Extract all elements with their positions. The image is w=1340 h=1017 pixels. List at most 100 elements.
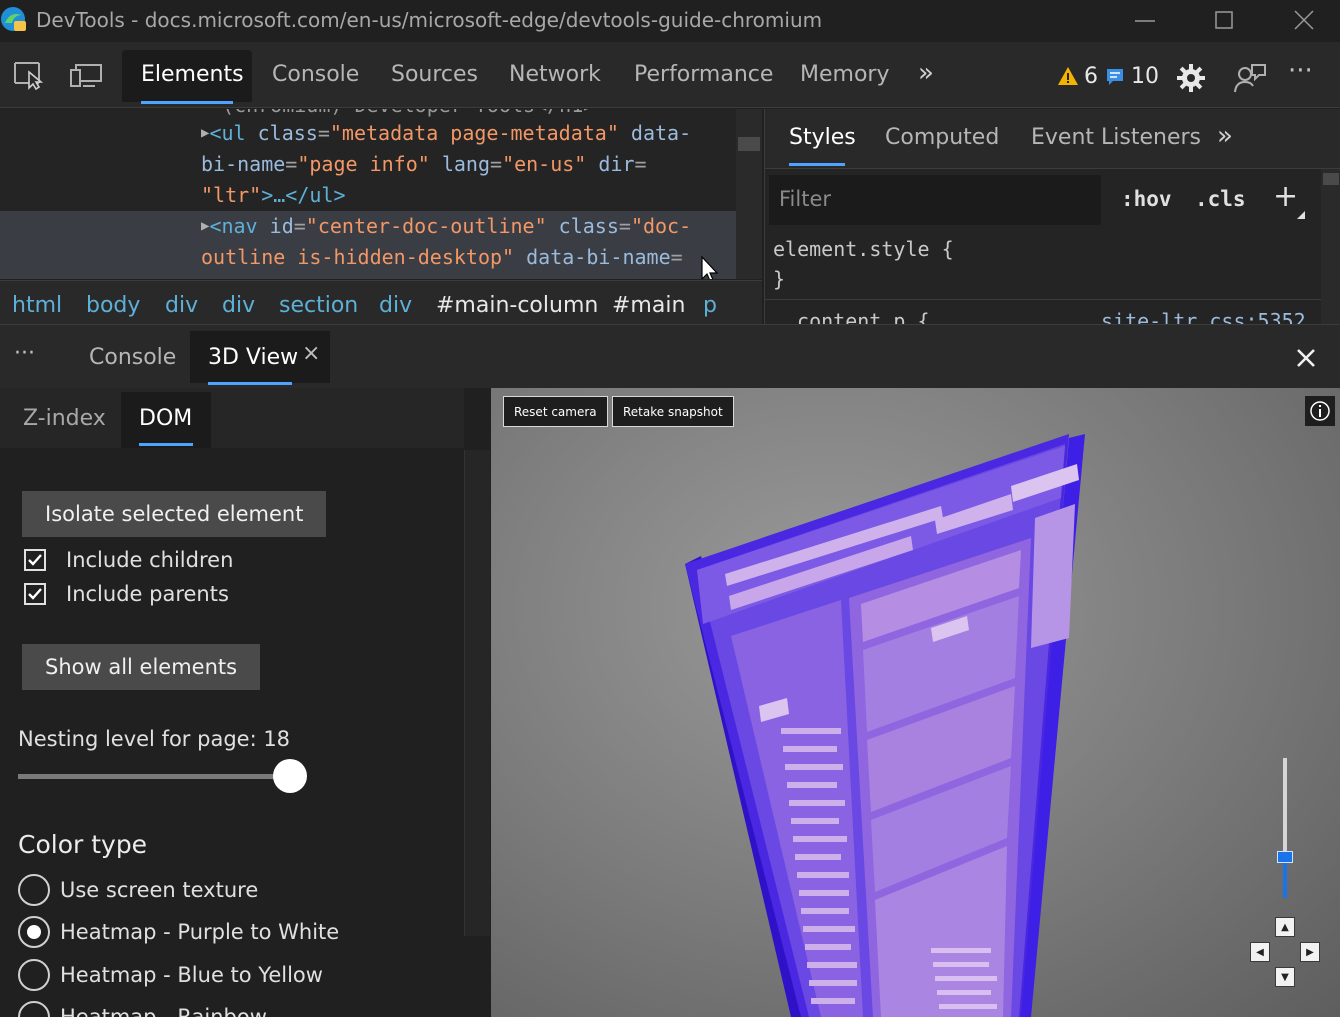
new-style-rule-button[interactable]: + (1273, 179, 1298, 214)
attr-value: "metadata page-metadata" (329, 121, 619, 145)
close-tab-icon[interactable]: × (302, 341, 320, 366)
breadcrumb-section[interactable]: section (279, 293, 358, 318)
dom-tree-scrollbar[interactable] (736, 109, 762, 279)
tag-name: <nav (209, 214, 258, 238)
drawer-tab-indicator (208, 382, 292, 385)
more-options-icon[interactable]: ··· (1288, 56, 1313, 86)
include-parents-checkbox[interactable]: Include parents (24, 579, 229, 609)
breadcrumb-html[interactable]: html (12, 293, 62, 318)
tab-sources[interactable]: Sources (391, 62, 478, 87)
checkbox-box[interactable] (24, 583, 46, 605)
breadcrumb-main[interactable]: #main (612, 293, 685, 318)
nesting-level-slider-track[interactable] (18, 774, 290, 779)
drawer-tab-strip: ··· Console 3D View × (0, 324, 1340, 388)
dom-node-ul-continued: bi-name="page info" lang="en-us" dir= (201, 152, 647, 176)
styles-pane: Styles Computed Event Listeners » Filter… (764, 109, 1340, 324)
hov-toggle-button[interactable]: :hov (1121, 187, 1172, 211)
filter-placeholder: Filter (779, 187, 832, 211)
tab-event-listeners[interactable]: Event Listeners (1031, 125, 1201, 150)
minimize-icon[interactable] (1130, 8, 1160, 34)
controls-scrollbar[interactable] (464, 450, 490, 936)
pan-up-icon[interactable]: ▲ (1275, 917, 1295, 937)
checkbox-box[interactable] (24, 549, 46, 571)
isolate-selected-element-button[interactable]: Isolate selected element (22, 491, 327, 537)
close-window-icon[interactable] (1289, 8, 1319, 34)
tab-styles[interactable]: Styles (789, 125, 856, 150)
drawer-tab-3d-view[interactable]: 3D View (208, 345, 298, 370)
style-source-link[interactable]: site-ltr.css:5352 (1101, 309, 1306, 324)
breadcrumb-main-column[interactable]: #main-column (436, 293, 598, 318)
subtab-dom[interactable]: DOM (139, 406, 192, 431)
styles-scrollbar[interactable] (1321, 169, 1340, 324)
drawer-tab-console[interactable]: Console (89, 345, 176, 370)
pan-left-icon[interactable]: ◀ (1250, 942, 1270, 962)
tab-console[interactable]: Console (272, 62, 359, 87)
inspect-element-icon[interactable] (12, 60, 46, 90)
3d-viewport[interactable]: Reset camera Retake snapshot ▲ ◀ ▶ ▼ (491, 388, 1340, 1017)
maximize-icon[interactable] (1209, 8, 1239, 34)
radio-heatmap-rainbow[interactable]: Heatmap - Rainbow (18, 1000, 267, 1017)
attr-name: lang (441, 152, 491, 176)
tab-memory[interactable]: Memory (800, 62, 889, 87)
tab-network[interactable]: Network (509, 62, 601, 87)
show-all-elements-button[interactable]: Show all elements (22, 644, 261, 690)
breadcrumb-p[interactable]: p (703, 293, 717, 318)
radio-circle[interactable] (18, 1001, 50, 1017)
subtab-z-index[interactable]: Z-index (23, 406, 106, 431)
breadcrumb-div[interactable]: div (165, 293, 198, 318)
radio-selected-dot (27, 925, 41, 939)
3d-dom-model[interactable] (491, 388, 1340, 1017)
3d-subtab-strip: Z-index DOM (0, 388, 464, 448)
feedback-icon[interactable] (1233, 62, 1267, 94)
radio-circle[interactable] (18, 874, 50, 906)
more-styles-tabs-chevron-icon[interactable]: » (1217, 121, 1233, 151)
attr-name: data-bi-name (526, 245, 671, 269)
pan-down-icon[interactable]: ▼ (1275, 967, 1295, 987)
radio-heatmap-purple-to-white[interactable]: Heatmap - Purple to White (18, 915, 339, 949)
more-tabs-chevron-icon[interactable]: » (918, 58, 934, 88)
drawer-more-icon[interactable]: ··· (14, 341, 35, 366)
style-rule-selector[interactable]: element.style { (773, 237, 954, 261)
title-bar: DevTools - docs.microsoft.com/en-us/micr… (0, 0, 1340, 42)
radio-use-screen-texture[interactable]: Use screen texture (18, 873, 258, 907)
attr-value: "page info" (297, 152, 430, 176)
style-rule-close: } (773, 267, 786, 291)
tag-name: <ul (209, 121, 246, 145)
radio-circle[interactable] (18, 959, 50, 991)
cls-toggle-button[interactable]: .cls (1195, 187, 1246, 211)
dom-node-nav[interactable]: ▶<nav id="center-doc-outline" class="doc… (201, 214, 691, 238)
messages-count[interactable]: 10 (1131, 64, 1159, 89)
radio-circle[interactable] (18, 916, 50, 948)
scrollbar-thumb[interactable] (1323, 173, 1339, 185)
scrollbar-thumb[interactable] (738, 137, 760, 151)
radio-label: Heatmap - Purple to White (60, 920, 340, 944)
attr-value: "doc- (630, 214, 692, 238)
3d-view-controls: Z-index DOM Isolate selected element Inc… (0, 388, 490, 1017)
radio-label: Use screen texture (60, 878, 259, 902)
radio-heatmap-blue-to-yellow[interactable]: Heatmap - Blue to Yellow (18, 958, 323, 992)
info-icon[interactable] (1305, 396, 1335, 426)
close-drawer-icon[interactable] (1295, 347, 1317, 369)
message-icon[interactable] (1106, 68, 1124, 86)
retake-snapshot-button[interactable]: Retake snapshot (612, 396, 734, 427)
checkmark-icon (28, 554, 42, 566)
styles-filter-input[interactable]: Filter (769, 175, 1101, 225)
pan-right-icon[interactable]: ▶ (1300, 942, 1320, 962)
warnings-count[interactable]: 6 (1084, 64, 1098, 89)
warning-icon[interactable] (1057, 66, 1079, 86)
device-emulation-icon[interactable] (69, 60, 103, 90)
zoom-slider-thumb[interactable] (1277, 851, 1293, 863)
dom-node-ul-end: "ltr">…</ul> (201, 183, 346, 207)
dom-node-ul[interactable]: ▶<ul class="metadata page-metadata" data… (201, 121, 691, 145)
breadcrumb-div[interactable]: div (379, 293, 412, 318)
style-rule-selector[interactable]: .content p { (785, 309, 930, 324)
tab-computed[interactable]: Computed (885, 125, 999, 150)
breadcrumb-div[interactable]: div (222, 293, 255, 318)
tab-performance[interactable]: Performance (634, 62, 773, 87)
reset-camera-button[interactable]: Reset camera (503, 396, 608, 427)
breadcrumb-body[interactable]: body (86, 293, 140, 318)
nesting-level-slider-thumb[interactable] (273, 759, 307, 793)
tab-elements[interactable]: Elements (141, 62, 244, 87)
settings-gear-icon[interactable] (1176, 63, 1206, 93)
include-children-checkbox[interactable]: Include children (24, 545, 233, 575)
